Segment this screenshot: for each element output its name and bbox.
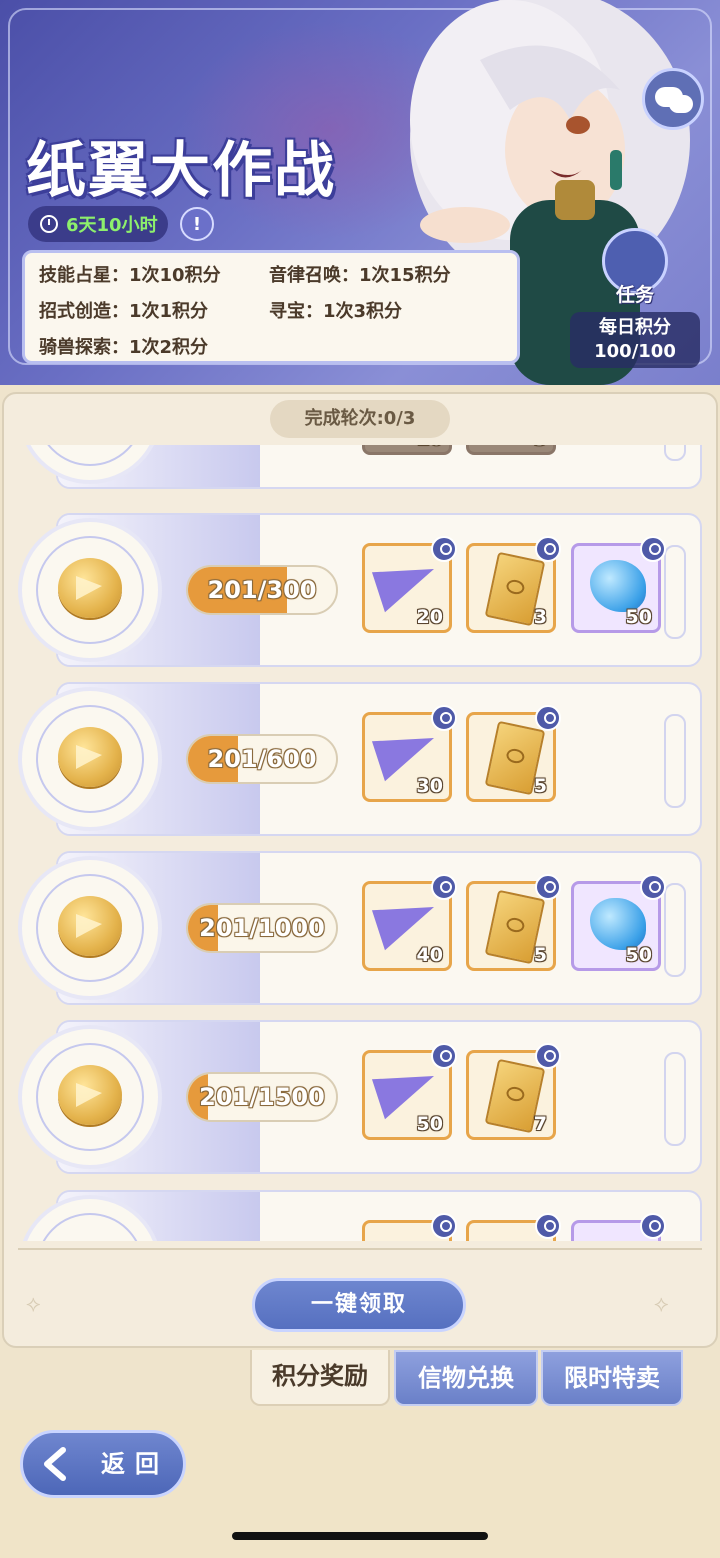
reward-item[interactable]: [571, 1213, 666, 1241]
progress-bar: 201/300: [186, 565, 338, 615]
event-title: 纸翼大作战: [26, 136, 336, 206]
task-button[interactable]: 任务: [600, 228, 670, 308]
daily-points-value: 100/100: [594, 341, 676, 362]
reward-item-card[interactable]: 5: [466, 874, 561, 971]
chat-icon[interactable]: [642, 68, 704, 130]
divider: [18, 1248, 702, 1250]
bottom-tabs: 积分奖励 信物兑换 限时特卖: [0, 1350, 720, 1406]
lock-icon: [640, 536, 666, 562]
crystal-icon: [590, 560, 646, 612]
coin-medal-icon: [58, 727, 122, 787]
reward-item-paper-plane[interactable]: 20: [362, 536, 457, 633]
reward-item-card[interactable]: 7: [466, 1043, 561, 1140]
lock-icon: [535, 705, 561, 731]
reward-row: 201/300 20 3 50: [18, 513, 704, 673]
reward-item-crystal[interactable]: 50: [571, 874, 666, 971]
lock-icon: [431, 705, 457, 731]
progress-bar: 201/600: [186, 734, 338, 784]
lock-icon: [535, 1043, 561, 1069]
progress-text: 201/600: [207, 745, 317, 773]
task-label: 任务: [615, 284, 654, 306]
event-banner: 纸翼大作战 6天10小时 ! 技能占星：1次10积分 音律召唤：1次15积分 招…: [0, 0, 720, 385]
paper-plane-icon: [371, 1060, 443, 1120]
ornament-right-icon: ⟡: [654, 1292, 669, 1317]
lock-icon: [431, 1213, 457, 1239]
back-button[interactable]: 返回: [20, 1430, 186, 1498]
reward-item-crystal[interactable]: 50: [571, 536, 666, 633]
coin-medal-icon: [58, 558, 122, 618]
reward-list[interactable]: 10 3 201/300 20 3 50: [0, 445, 720, 1241]
reward-item-paper-plane[interactable]: 40: [362, 874, 457, 971]
crystal-icon: [590, 898, 646, 950]
progress-text: 201/1500: [199, 1083, 325, 1111]
lock-icon: [535, 874, 561, 900]
rounds-completed: 完成轮次:0/3: [270, 400, 450, 438]
reward-item[interactable]: 3: [466, 445, 556, 455]
lock-icon: [431, 874, 457, 900]
coin-medal-icon: [58, 1065, 122, 1125]
info-icon[interactable]: !: [180, 207, 214, 241]
reward-item-paper-plane[interactable]: 30: [362, 705, 457, 802]
clock-icon: [40, 215, 58, 233]
progress-text: 201/1000: [199, 914, 325, 942]
tab-points-rewards[interactable]: 积分奖励: [250, 1350, 390, 1406]
reward-row-partial: 10 3: [18, 445, 704, 495]
paper-plane-icon: [371, 891, 443, 951]
daily-points-label: 每日积分: [599, 317, 671, 338]
reward-row: 201/600 30 5: [18, 682, 704, 842]
paper-plane-icon: [371, 722, 443, 782]
progress-bar: 201/1500: [186, 1072, 338, 1122]
reward-row-partial: [18, 1190, 704, 1241]
lock-icon: [640, 1213, 666, 1239]
points-rules-box: 技能占星：1次10积分 音律召唤：1次15积分 招式创造：1次1积分 寻宝：1次…: [22, 250, 520, 364]
medal-frame: [18, 856, 162, 1000]
reward-row: 201/1000 40 5 50: [18, 851, 704, 1011]
lock-icon: [431, 536, 457, 562]
lock-icon: [535, 1213, 561, 1239]
lock-icon: [431, 1043, 457, 1069]
reward-item[interactable]: 10: [362, 445, 452, 455]
coin-medal-icon: [58, 896, 122, 956]
reward-item[interactable]: [362, 1213, 457, 1241]
rule-item: 技能占星：1次10积分: [39, 265, 221, 286]
tab-token-exchange[interactable]: 信物兑换: [394, 1350, 538, 1406]
paper-plane-icon: [371, 553, 443, 613]
countdown-text: 6天10小时: [66, 215, 158, 236]
reward-item[interactable]: [466, 1213, 561, 1241]
medal-frame: [18, 518, 162, 662]
reward-item-card[interactable]: 3: [466, 536, 561, 633]
medal-frame: [18, 1025, 162, 1169]
rule-item: 骑兽探索：1次2积分: [39, 337, 209, 358]
rule-item: 招式创造：1次1积分: [39, 301, 209, 322]
ornament-left-icon: ⟡: [26, 1292, 41, 1317]
claim-all-button[interactable]: 一键领取: [252, 1278, 466, 1332]
reward-row: 201/1500 50 7: [18, 1020, 704, 1180]
progress-bar: 201/1000: [186, 903, 338, 953]
rule-item: 音律召唤：1次15积分: [269, 265, 451, 286]
daily-points: 每日积分 100/100: [570, 312, 700, 368]
progress-text: 201/300: [207, 576, 317, 604]
rule-item: 寻宝：1次3积分: [269, 301, 403, 322]
medal-frame: [18, 687, 162, 831]
reward-item-paper-plane[interactable]: 50: [362, 1043, 457, 1140]
lock-icon: [640, 874, 666, 900]
back-arrow-icon: [44, 1447, 66, 1481]
home-indicator[interactable]: [232, 1532, 488, 1540]
back-label: 返回: [101, 1450, 169, 1478]
tab-limited-sale[interactable]: 限时特卖: [541, 1350, 683, 1406]
reward-item-card[interactable]: 5: [466, 705, 561, 802]
lock-icon: [535, 536, 561, 562]
countdown-timer: 6天10小时: [28, 206, 168, 242]
